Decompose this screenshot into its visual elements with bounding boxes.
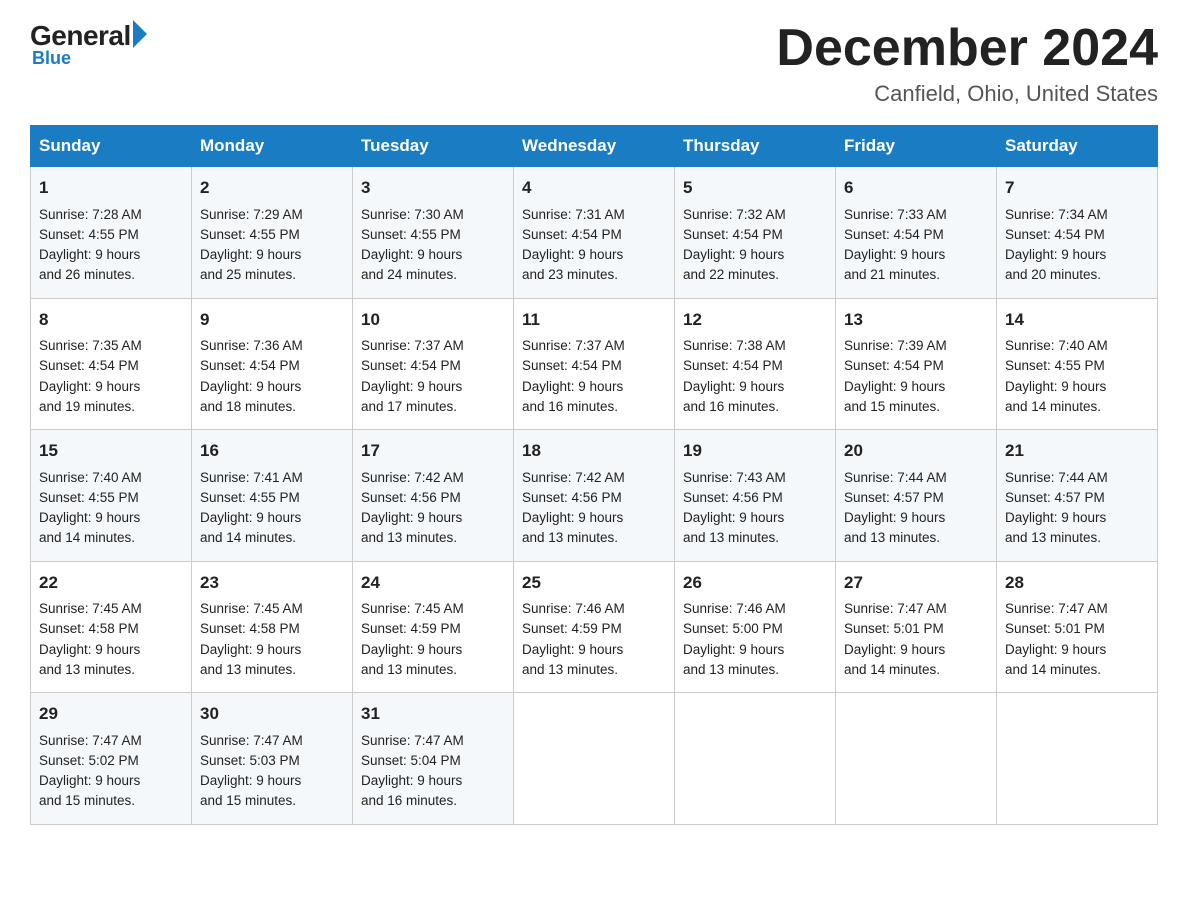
calendar-week-row: 8Sunrise: 7:35 AMSunset: 4:54 PMDaylight… (31, 298, 1158, 430)
day-number: 22 (39, 570, 183, 596)
table-row: 16Sunrise: 7:41 AMSunset: 4:55 PMDayligh… (192, 430, 353, 562)
day-number: 10 (361, 307, 505, 333)
location-label: Canfield, Ohio, United States (776, 81, 1158, 107)
day-number: 26 (683, 570, 827, 596)
day-number: 23 (200, 570, 344, 596)
col-saturday: Saturday (997, 126, 1158, 167)
title-area: December 2024 Canfield, Ohio, United Sta… (776, 20, 1158, 107)
calendar-week-row: 22Sunrise: 7:45 AMSunset: 4:58 PMDayligh… (31, 561, 1158, 693)
table-row: 21Sunrise: 7:44 AMSunset: 4:57 PMDayligh… (997, 430, 1158, 562)
table-row: 1Sunrise: 7:28 AMSunset: 4:55 PMDaylight… (31, 167, 192, 299)
day-number: 16 (200, 438, 344, 464)
day-number: 3 (361, 175, 505, 201)
day-number: 27 (844, 570, 988, 596)
day-number: 7 (1005, 175, 1149, 201)
calendar-week-row: 15Sunrise: 7:40 AMSunset: 4:55 PMDayligh… (31, 430, 1158, 562)
calendar-table: Sunday Monday Tuesday Wednesday Thursday… (30, 125, 1158, 825)
table-row: 4Sunrise: 7:31 AMSunset: 4:54 PMDaylight… (514, 167, 675, 299)
day-number: 20 (844, 438, 988, 464)
day-number: 4 (522, 175, 666, 201)
table-row: 3Sunrise: 7:30 AMSunset: 4:55 PMDaylight… (353, 167, 514, 299)
table-row: 23Sunrise: 7:45 AMSunset: 4:58 PMDayligh… (192, 561, 353, 693)
day-number: 9 (200, 307, 344, 333)
table-row: 25Sunrise: 7:46 AMSunset: 4:59 PMDayligh… (514, 561, 675, 693)
table-row: 14Sunrise: 7:40 AMSunset: 4:55 PMDayligh… (997, 298, 1158, 430)
day-number: 29 (39, 701, 183, 727)
table-row: 7Sunrise: 7:34 AMSunset: 4:54 PMDaylight… (997, 167, 1158, 299)
table-row: 24Sunrise: 7:45 AMSunset: 4:59 PMDayligh… (353, 561, 514, 693)
day-number: 30 (200, 701, 344, 727)
table-row: 17Sunrise: 7:42 AMSunset: 4:56 PMDayligh… (353, 430, 514, 562)
table-row: 10Sunrise: 7:37 AMSunset: 4:54 PMDayligh… (353, 298, 514, 430)
col-sunday: Sunday (31, 126, 192, 167)
table-row: 26Sunrise: 7:46 AMSunset: 5:00 PMDayligh… (675, 561, 836, 693)
table-row (675, 693, 836, 825)
col-tuesday: Tuesday (353, 126, 514, 167)
table-row: 29Sunrise: 7:47 AMSunset: 5:02 PMDayligh… (31, 693, 192, 825)
day-number: 11 (522, 307, 666, 333)
calendar-week-row: 29Sunrise: 7:47 AMSunset: 5:02 PMDayligh… (31, 693, 1158, 825)
day-number: 17 (361, 438, 505, 464)
day-number: 21 (1005, 438, 1149, 464)
table-row (997, 693, 1158, 825)
table-row: 19Sunrise: 7:43 AMSunset: 4:56 PMDayligh… (675, 430, 836, 562)
table-row: 8Sunrise: 7:35 AMSunset: 4:54 PMDaylight… (31, 298, 192, 430)
day-number: 15 (39, 438, 183, 464)
col-thursday: Thursday (675, 126, 836, 167)
logo-triangle-icon (133, 20, 147, 48)
day-number: 24 (361, 570, 505, 596)
table-row: 28Sunrise: 7:47 AMSunset: 5:01 PMDayligh… (997, 561, 1158, 693)
day-number: 12 (683, 307, 827, 333)
col-monday: Monday (192, 126, 353, 167)
table-row: 11Sunrise: 7:37 AMSunset: 4:54 PMDayligh… (514, 298, 675, 430)
table-row: 15Sunrise: 7:40 AMSunset: 4:55 PMDayligh… (31, 430, 192, 562)
table-row: 9Sunrise: 7:36 AMSunset: 4:54 PMDaylight… (192, 298, 353, 430)
page-header: General Blue December 2024 Canfield, Ohi… (30, 20, 1158, 107)
month-title: December 2024 (776, 20, 1158, 77)
col-friday: Friday (836, 126, 997, 167)
day-number: 6 (844, 175, 988, 201)
table-row (514, 693, 675, 825)
day-number: 31 (361, 701, 505, 727)
table-row: 27Sunrise: 7:47 AMSunset: 5:01 PMDayligh… (836, 561, 997, 693)
day-number: 25 (522, 570, 666, 596)
table-row: 31Sunrise: 7:47 AMSunset: 5:04 PMDayligh… (353, 693, 514, 825)
day-number: 13 (844, 307, 988, 333)
table-row: 20Sunrise: 7:44 AMSunset: 4:57 PMDayligh… (836, 430, 997, 562)
table-row: 13Sunrise: 7:39 AMSunset: 4:54 PMDayligh… (836, 298, 997, 430)
day-number: 8 (39, 307, 183, 333)
day-number: 18 (522, 438, 666, 464)
logo: General Blue (30, 20, 147, 69)
day-number: 2 (200, 175, 344, 201)
table-row: 6Sunrise: 7:33 AMSunset: 4:54 PMDaylight… (836, 167, 997, 299)
day-number: 5 (683, 175, 827, 201)
col-wednesday: Wednesday (514, 126, 675, 167)
table-row (836, 693, 997, 825)
day-number: 14 (1005, 307, 1149, 333)
table-row: 2Sunrise: 7:29 AMSunset: 4:55 PMDaylight… (192, 167, 353, 299)
table-row: 22Sunrise: 7:45 AMSunset: 4:58 PMDayligh… (31, 561, 192, 693)
calendar-week-row: 1Sunrise: 7:28 AMSunset: 4:55 PMDaylight… (31, 167, 1158, 299)
table-row: 12Sunrise: 7:38 AMSunset: 4:54 PMDayligh… (675, 298, 836, 430)
day-number: 28 (1005, 570, 1149, 596)
logo-blue-text: Blue (32, 48, 71, 69)
day-number: 19 (683, 438, 827, 464)
table-row: 18Sunrise: 7:42 AMSunset: 4:56 PMDayligh… (514, 430, 675, 562)
table-row: 5Sunrise: 7:32 AMSunset: 4:54 PMDaylight… (675, 167, 836, 299)
day-number: 1 (39, 175, 183, 201)
table-row: 30Sunrise: 7:47 AMSunset: 5:03 PMDayligh… (192, 693, 353, 825)
header-row: Sunday Monday Tuesday Wednesday Thursday… (31, 126, 1158, 167)
